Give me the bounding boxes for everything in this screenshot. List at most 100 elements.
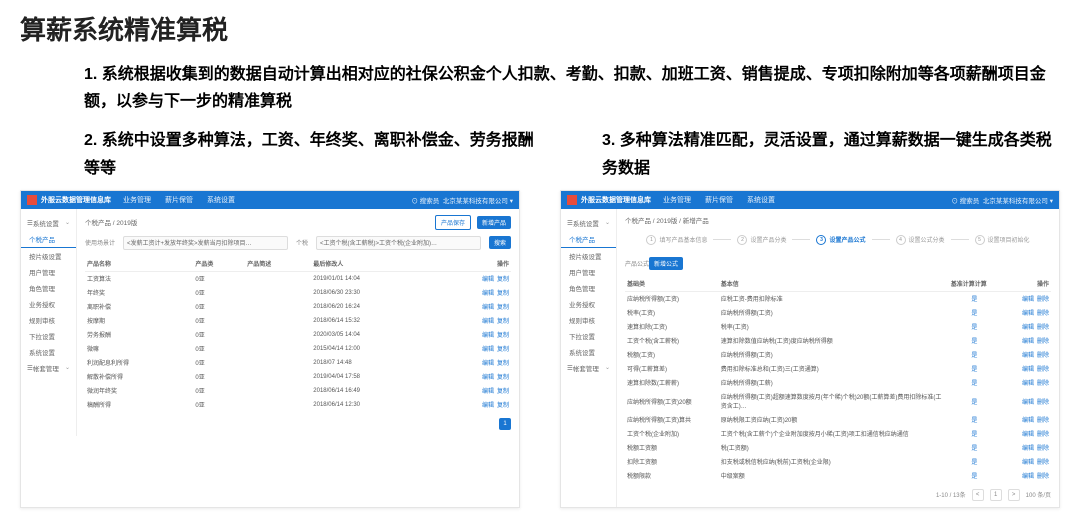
delete-link[interactable]: 删除: [1037, 339, 1049, 345]
add-formula-button[interactable]: 新增公式: [649, 257, 683, 270]
table-row: 速算扣除(工资)税率(工资)是编辑删除: [625, 320, 1051, 334]
section-label: 产品公式: [625, 259, 649, 268]
delete-link[interactable]: 删除: [1037, 381, 1049, 387]
copy-link[interactable]: 复制: [497, 305, 509, 311]
edit-link[interactable]: 编辑: [1022, 418, 1034, 424]
page-number[interactable]: 1: [499, 418, 511, 430]
table-row: 微嘛0亚2015/04/14 12:00编辑复制: [85, 342, 511, 356]
edit-link[interactable]: 编辑: [1022, 353, 1034, 359]
nav-item[interactable]: 业务管理: [663, 195, 691, 205]
copy-link[interactable]: 复制: [497, 333, 509, 339]
nav-item[interactable]: 薪片保管: [165, 195, 193, 205]
sidebar-item[interactable]: 系统设置: [21, 344, 76, 360]
step-active[interactable]: 3设置产品公式: [816, 235, 865, 245]
edit-link[interactable]: 编辑: [1022, 474, 1034, 480]
edit-link[interactable]: 编辑: [1022, 297, 1034, 303]
pagination: 1-10 / 13条 < 1 > 100 条/页: [625, 489, 1051, 501]
edit-link[interactable]: 编辑: [1022, 325, 1034, 331]
save-button[interactable]: 产品保存: [435, 215, 471, 230]
edit-link[interactable]: 编辑: [482, 389, 494, 395]
prev-page[interactable]: <: [972, 489, 984, 501]
delete-link[interactable]: 删除: [1037, 325, 1049, 331]
sidebar-item[interactable]: 规则审核: [561, 312, 616, 328]
sidebar-item[interactable]: 下拉设置: [21, 328, 76, 344]
delete-link[interactable]: 删除: [1037, 418, 1049, 424]
breadcrumb: 个税产品 / 2019版 / 新增产品: [625, 215, 709, 225]
search-button[interactable]: 搜索: [489, 236, 511, 249]
description-3: 3. 多种算法精准匹配，灵活设置，通过算薪数据一键生成各类税务数据: [602, 127, 1060, 181]
edit-link[interactable]: 编辑: [482, 403, 494, 409]
edit-link[interactable]: 编辑: [482, 333, 494, 339]
delete-link[interactable]: 删除: [1037, 367, 1049, 373]
copy-link[interactable]: 复制: [497, 403, 509, 409]
copy-link[interactable]: 复制: [497, 375, 509, 381]
step[interactable]: 4设置公式分类: [896, 235, 945, 245]
copy-link[interactable]: 复制: [497, 291, 509, 297]
edit-link[interactable]: 编辑: [1022, 460, 1034, 466]
nav-item[interactable]: 薪片保管: [705, 195, 733, 205]
sidebar-item[interactable]: 用户管理: [561, 264, 616, 280]
delete-link[interactable]: 删除: [1037, 446, 1049, 452]
delete-link[interactable]: 删除: [1037, 400, 1049, 406]
sidebar-group[interactable]: ☰ 帐套管理⌄: [561, 360, 616, 376]
delete-link[interactable]: 删除: [1037, 460, 1049, 466]
copy-link[interactable]: 复制: [497, 319, 509, 325]
edit-link[interactable]: 编辑: [482, 319, 494, 325]
sidebar-item[interactable]: 系统设置: [561, 344, 616, 360]
sidebar-item[interactable]: 业务授权: [21, 296, 76, 312]
copy-link[interactable]: 复制: [497, 389, 509, 395]
sidebar-item[interactable]: 角色管理: [561, 280, 616, 296]
sidebar-item[interactable]: 角色管理: [21, 280, 76, 296]
sidebar-item[interactable]: 个税产品: [561, 231, 616, 248]
edit-link[interactable]: 编辑: [482, 347, 494, 353]
sidebar-group[interactable]: ☰ 帐套管理⌄: [21, 360, 76, 376]
edit-link[interactable]: 编辑: [482, 361, 494, 367]
step[interactable]: 5设置项目初始化: [975, 235, 1030, 245]
copy-link[interactable]: 复制: [497, 347, 509, 353]
next-page[interactable]: >: [1008, 489, 1020, 501]
sidebar-group[interactable]: ☰ 系统设置⌄: [561, 215, 616, 231]
sidebar-item[interactable]: 个税产品: [21, 231, 76, 248]
edit-link[interactable]: 编辑: [1022, 432, 1034, 438]
edit-link[interactable]: 编辑: [1022, 339, 1034, 345]
delete-link[interactable]: 删除: [1037, 297, 1049, 303]
filter-input[interactable]: <工资个税(含工薪税)>工资个税(企业附加)…: [316, 236, 481, 250]
copy-link[interactable]: 复制: [497, 277, 509, 283]
edit-link[interactable]: 编辑: [482, 375, 494, 381]
search-icon[interactable]: ⊙: [411, 198, 419, 205]
delete-link[interactable]: 删除: [1037, 311, 1049, 317]
edit-link[interactable]: 编辑: [1022, 367, 1034, 373]
edit-link[interactable]: 编辑: [1022, 381, 1034, 387]
table-row: 微润年终奖0亚2018/06/14 16:49编辑复制: [85, 384, 511, 398]
edit-link[interactable]: 编辑: [1022, 311, 1034, 317]
sidebar-item[interactable]: 下拉设置: [561, 328, 616, 344]
add-button[interactable]: 新增产品: [477, 216, 511, 229]
edit-link[interactable]: 编辑: [1022, 446, 1034, 452]
edit-link[interactable]: 编辑: [482, 305, 494, 311]
delete-link[interactable]: 删除: [1037, 432, 1049, 438]
sidebar: ☰ 系统设置⌄ 个税产品 按片级设置 用户管理 角色管理 业务授权 规则审核 下…: [561, 209, 617, 507]
table-row: 税额限款中级案额是编辑删除: [625, 469, 1051, 483]
sidebar-item[interactable]: 按片级设置: [21, 248, 76, 264]
edit-link[interactable]: 编辑: [1022, 400, 1034, 406]
copy-link[interactable]: 复制: [497, 361, 509, 367]
sidebar-group[interactable]: ☰ 系统设置⌄: [21, 215, 76, 231]
sidebar-item[interactable]: 按片级设置: [561, 248, 616, 264]
page-number[interactable]: 1: [990, 489, 1002, 501]
sidebar-item[interactable]: 业务授权: [561, 296, 616, 312]
sidebar-item[interactable]: 用户管理: [21, 264, 76, 280]
search-icon[interactable]: ⊙: [951, 198, 959, 205]
app-brand: 外服云数据管理信息库: [41, 195, 111, 205]
nav-item[interactable]: 系统设置: [747, 195, 775, 205]
sidebar-item[interactable]: 规则审核: [21, 312, 76, 328]
nav-item[interactable]: 业务管理: [123, 195, 151, 205]
step[interactable]: 1填写产品基本信息: [646, 235, 707, 245]
delete-link[interactable]: 删除: [1037, 353, 1049, 359]
step[interactable]: 2设置产品分类: [737, 235, 786, 245]
edit-link[interactable]: 编辑: [482, 291, 494, 297]
col-header: 产品简述: [245, 256, 311, 272]
delete-link[interactable]: 删除: [1037, 474, 1049, 480]
nav-item[interactable]: 系统设置: [207, 195, 235, 205]
edit-link[interactable]: 编辑: [482, 277, 494, 283]
filter-input[interactable]: <发薪工资计+发放年终奖>发薪当月扣除项目…: [123, 236, 288, 250]
